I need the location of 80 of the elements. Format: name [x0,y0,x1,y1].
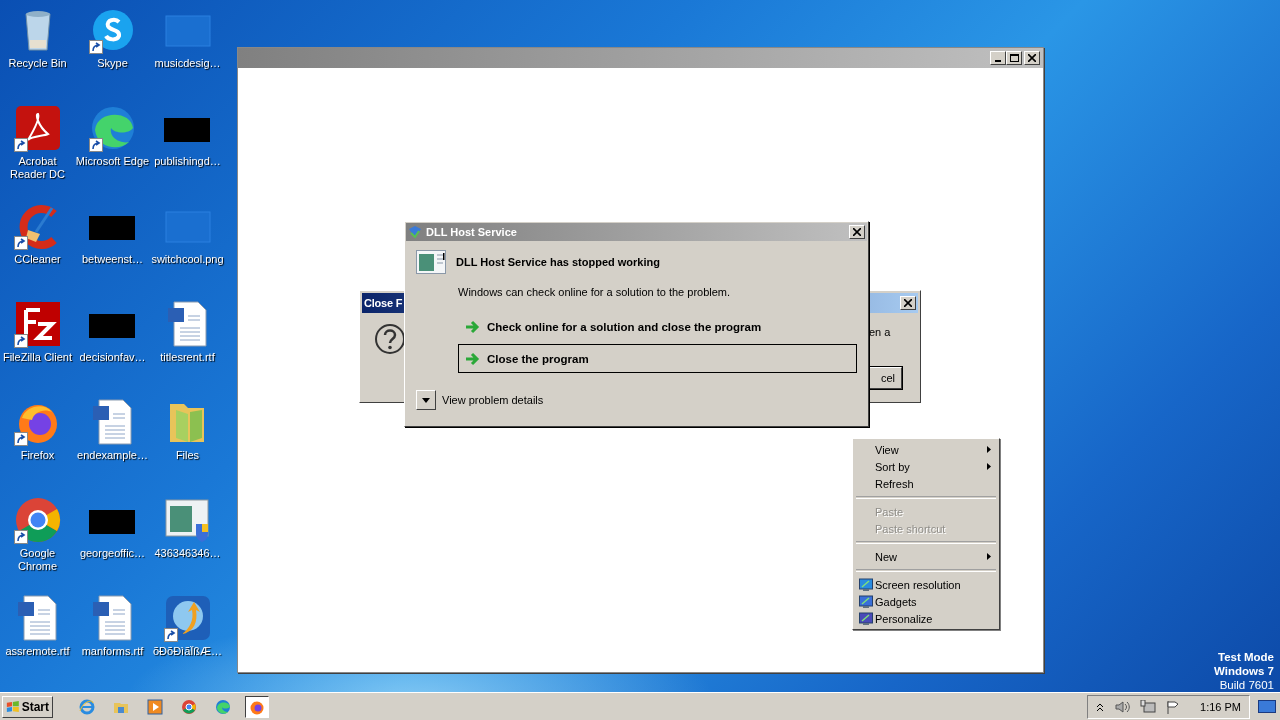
icon-label[interactable]: musicdesig… [149,57,226,70]
menu-item[interactable]: Personalize [855,610,997,627]
command-link[interactable]: Close the program [458,344,857,373]
icon-label[interactable]: titlesrent.rtf [149,351,226,364]
icon-label[interactable]: 436346346… [149,547,226,560]
pdf-app-icon [13,104,62,152]
browser-icon [181,698,197,715]
question-icon [374,323,406,355]
browser-icon [79,698,95,715]
menu-item[interactable]: Refresh [855,475,997,492]
chevron-up-icon[interactable] [1096,701,1105,712]
caret-icon [422,397,430,403]
speaker-icon[interactable] [1114,699,1131,714]
command-link[interactable]: Check online for a solution and close the program [458,312,857,341]
menu-item[interactable]: View [855,441,997,458]
installer-icon [163,496,212,544]
error-message: Windows can check online for a solution to the problem. [458,286,732,298]
icon-label[interactable]: Acrobat Reader DC [0,155,76,181]
menu-item[interactable]: Gadgets [855,593,997,610]
monitor-icon [859,594,873,609]
menu-item[interactable]: Sort by [855,458,997,475]
icon-label[interactable]: assremote.rtf [0,645,76,658]
start-button[interactable]: Start [2,695,53,718]
submenu-arrow-icon [987,446,991,453]
icon-label[interactable]: manforms.rtf [74,645,151,658]
watermark-text: Test Mode [1218,650,1274,664]
minimize-icon [995,60,1001,62]
icon-label[interactable]: Recycle Bin [0,57,76,70]
minimize-button[interactable] [990,51,1006,65]
error-heading: DLL Host Service has stopped working [456,256,660,268]
icon-label[interactable]: betweenst… [74,253,151,266]
icon-label[interactable]: Firefox [0,449,76,462]
program-window-icon [416,250,446,274]
icon-label[interactable]: CCleaner [0,253,76,266]
close-icon [904,299,912,307]
expand-button[interactable] [416,390,436,410]
dialog-title: Close F [364,297,403,309]
close-icon [853,228,861,236]
icon-label[interactable]: õÐõÐìãÏßÆ… [149,645,226,658]
ftp-app-icon [13,300,62,348]
icon-label[interactable]: Skype [74,57,151,70]
clock[interactable]: 1:16 PM [1200,700,1241,713]
dialog-title: DLL Host Service [426,226,518,238]
close-button[interactable] [900,296,916,310]
menu-item[interactable]: New [855,548,997,565]
icon-label[interactable]: FileZilla Client [0,351,76,364]
menu-item[interactable]: Screen resolution [855,576,997,593]
submenu-arrow-icon [987,553,991,560]
icon-label[interactable]: georgeoffic… [74,547,151,560]
arrow-icon [465,351,481,366]
dialog-message: en a [869,326,891,338]
close-button[interactable] [1024,51,1040,65]
monitor-icon [859,611,873,626]
icon-label[interactable]: decisionfav… [74,351,151,364]
maximize-button[interactable] [1006,51,1022,65]
monitor-icon [859,577,873,592]
watermark-text: Windows 7 [1214,664,1274,678]
icon-label[interactable]: endexample… [74,449,151,462]
icon-label[interactable]: Files [149,449,226,462]
icon-label[interactable]: Google Chrome [0,547,76,573]
browser-icon [215,698,231,715]
app-icon [408,225,422,239]
taskbar-button[interactable] [245,695,269,718]
icon-label[interactable]: switchcool.png [149,253,226,266]
close-icon [1028,54,1036,62]
network-icon[interactable] [1140,699,1157,714]
icon-label[interactable]: publishingd… [149,155,226,168]
maximize-icon [1009,54,1019,62]
submenu-arrow-icon [987,463,991,470]
icon-label[interactable]: Microsoft Edge [74,155,151,168]
details-label: View problem details [442,394,544,406]
flag-icon[interactable] [1166,699,1181,714]
close-button[interactable] [849,225,865,239]
watermark-text: Build 7601 [1219,678,1274,692]
windows-flag-icon [6,699,20,714]
media-player-icon [147,698,163,715]
arrow-icon [465,319,481,334]
app-icon [163,594,212,642]
browser-icon [13,496,62,544]
show-desktop-icon[interactable] [1258,699,1276,714]
